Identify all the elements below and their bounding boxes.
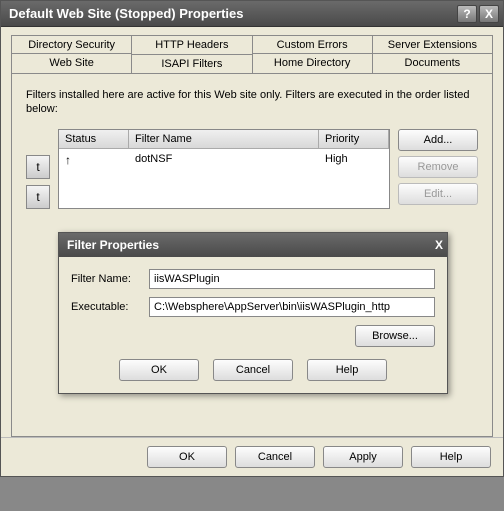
arrow-down-icon: t xyxy=(36,190,39,204)
remove-button[interactable]: Remove xyxy=(398,156,478,178)
tab-http-headers[interactable]: HTTP Headers xyxy=(132,35,252,54)
cancel-button[interactable]: Cancel xyxy=(235,446,315,468)
titlebar: Default Web Site (Stopped) Properties ? … xyxy=(1,1,503,27)
tab-directory-security[interactable]: Directory Security xyxy=(11,35,132,54)
col-status[interactable]: Status xyxy=(59,130,129,148)
row-filter-name: dotNSF xyxy=(129,151,319,169)
filter-properties-dialog: Filter Properties X Filter Name: Executa… xyxy=(58,232,448,394)
close-button[interactable]: X xyxy=(479,5,499,23)
tab-isapi-filters[interactable]: ISAPI Filters xyxy=(132,54,252,74)
properties-window: Default Web Site (Stopped) Properties ? … xyxy=(0,0,504,477)
list-row[interactable]: ↑ dotNSF High xyxy=(59,149,389,171)
help-button[interactable]: ? xyxy=(457,5,477,23)
tab-documents[interactable]: Documents xyxy=(373,53,493,73)
dialog-titlebar: Filter Properties X xyxy=(59,233,447,257)
add-button[interactable]: Add... xyxy=(398,129,478,151)
arrow-up-icon: t xyxy=(36,160,39,174)
tab-server-extensions[interactable]: Server Extensions xyxy=(373,35,493,54)
dialog-ok-button[interactable]: OK xyxy=(119,359,199,381)
dialog-title: Filter Properties xyxy=(67,238,435,252)
window-title: Default Web Site (Stopped) Properties xyxy=(9,6,455,21)
tab-web-site[interactable]: Web Site xyxy=(11,53,132,73)
dialog-cancel-button[interactable]: Cancel xyxy=(213,359,293,381)
browse-button[interactable]: Browse... xyxy=(355,325,435,347)
dialog-close-button[interactable]: X xyxy=(435,238,443,252)
filter-name-input[interactable] xyxy=(149,269,435,289)
move-up-button[interactable]: t xyxy=(26,155,50,179)
col-filter-name[interactable]: Filter Name xyxy=(129,130,319,148)
move-down-button[interactable]: t xyxy=(26,185,50,209)
filter-name-label: Filter Name: xyxy=(71,273,143,285)
help-button-bottom[interactable]: Help xyxy=(411,446,491,468)
apply-button[interactable]: Apply xyxy=(323,446,403,468)
edit-button[interactable]: Edit... xyxy=(398,183,478,205)
list-header: Status Filter Name Priority xyxy=(59,130,389,149)
filters-list[interactable]: Status Filter Name Priority ↑ dotNSF Hig… xyxy=(58,129,390,209)
tab-custom-errors[interactable]: Custom Errors xyxy=(253,35,373,54)
executable-input[interactable] xyxy=(149,297,435,317)
dialog-help-button[interactable]: Help xyxy=(307,359,387,381)
dialog-bottom-buttons: OK Cancel Apply Help xyxy=(1,437,503,476)
executable-label: Executable: xyxy=(71,301,143,313)
panel-description: Filters installed here are active for th… xyxy=(26,88,478,117)
row-priority: High xyxy=(319,151,389,169)
tab-home-directory[interactable]: Home Directory xyxy=(253,53,373,73)
ok-button[interactable]: OK xyxy=(147,446,227,468)
status-up-icon: ↑ xyxy=(65,153,71,167)
col-priority[interactable]: Priority xyxy=(319,130,389,148)
